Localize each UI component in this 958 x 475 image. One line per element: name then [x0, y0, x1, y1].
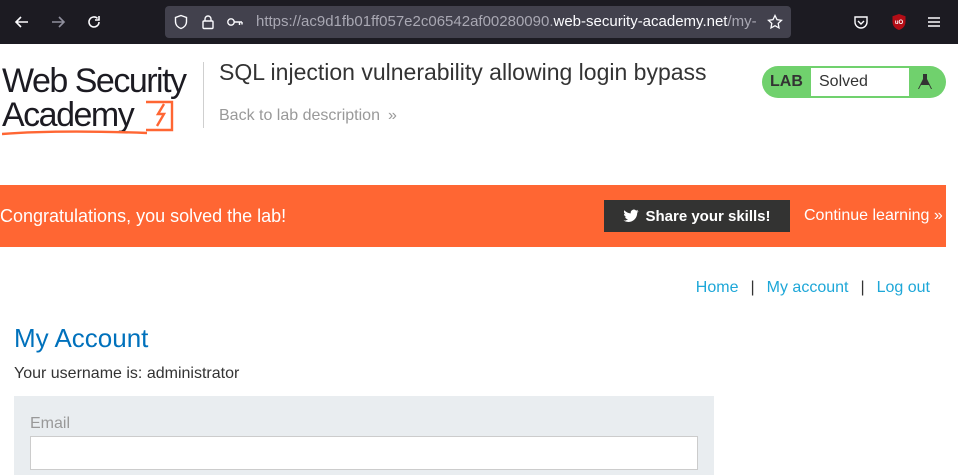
svg-text:uO: uO — [895, 20, 904, 26]
browser-toolbar: https://ac9d1fb01ff057e2c06542af00280090… — [0, 0, 958, 44]
forward-icon[interactable] — [44, 8, 72, 36]
logo-mark-icon — [146, 100, 174, 132]
url-host: web-security-academy.net — [553, 13, 728, 30]
solved-notification-banner: Congratulations, you solved the lab! Sha… — [0, 185, 946, 247]
menu-icon[interactable] — [922, 10, 946, 34]
double-chevron-right-icon: » — [387, 107, 397, 124]
congratulations-message: Congratulations, you solved the lab! — [0, 206, 287, 226]
back-to-lab-description-link[interactable]: Back to lab description » — [219, 106, 397, 126]
lock-icon[interactable] — [198, 12, 218, 32]
logo-line-2: Academy — [2, 96, 135, 134]
logo-swoosh-icon — [2, 130, 148, 136]
lab-badge-state: Solved — [811, 68, 909, 96]
key-icon[interactable] — [225, 12, 245, 32]
nav-separator: | — [750, 279, 755, 296]
share-skills-button[interactable]: Share your skills! — [604, 200, 790, 232]
header-divider — [203, 62, 204, 128]
logo-line-1: Web Security — [2, 62, 187, 100]
share-skills-label: Share your skills! — [645, 207, 771, 225]
double-chevron-right-icon: » — [933, 207, 943, 224]
account-nav: Home | My account | Log out — [696, 278, 930, 298]
email-input[interactable] — [30, 436, 698, 470]
email-label: Email — [30, 415, 71, 432]
update-email-form: Email — [14, 396, 714, 475]
page-title: My Account — [14, 323, 149, 353]
url-path: /my-a — [727, 13, 756, 30]
shield-icon[interactable] — [171, 12, 191, 32]
ublock-icon[interactable]: uO — [887, 10, 911, 34]
reload-icon[interactable] — [80, 8, 108, 36]
lab-badge-label: LAB — [770, 73, 803, 90]
bookmark-star-icon[interactable] — [765, 12, 785, 32]
lab-title: SQL injection vulnerability allowing log… — [219, 59, 707, 85]
back-link-label: Back to lab description — [219, 107, 380, 124]
url-bar[interactable]: https://ac9d1fb01ff057e2c06542af00280090… — [165, 6, 791, 38]
my-account-link[interactable]: My account — [767, 278, 849, 298]
home-link[interactable]: Home — [696, 278, 739, 298]
flask-icon — [912, 70, 938, 94]
web-security-academy-logo[interactable]: Web Security Academy — [2, 62, 202, 136]
continue-learning-label: Continue learning — [804, 207, 930, 224]
lab-status-badge: LAB Solved — [762, 66, 946, 98]
twitter-icon — [623, 209, 639, 223]
continue-learning-link[interactable]: Continue learning » — [804, 206, 943, 226]
username-text: Your username is: administrator — [14, 365, 240, 382]
back-icon[interactable] — [8, 8, 36, 36]
nav-separator: | — [860, 279, 865, 296]
url-prefix: https://ac9d1fb01ff057e2c06542af00280090… — [256, 13, 554, 30]
pocket-icon[interactable] — [849, 10, 873, 34]
log-out-link[interactable]: Log out — [877, 278, 930, 298]
url-text[interactable]: https://ac9d1fb01ff057e2c06542af00280090… — [256, 13, 756, 31]
